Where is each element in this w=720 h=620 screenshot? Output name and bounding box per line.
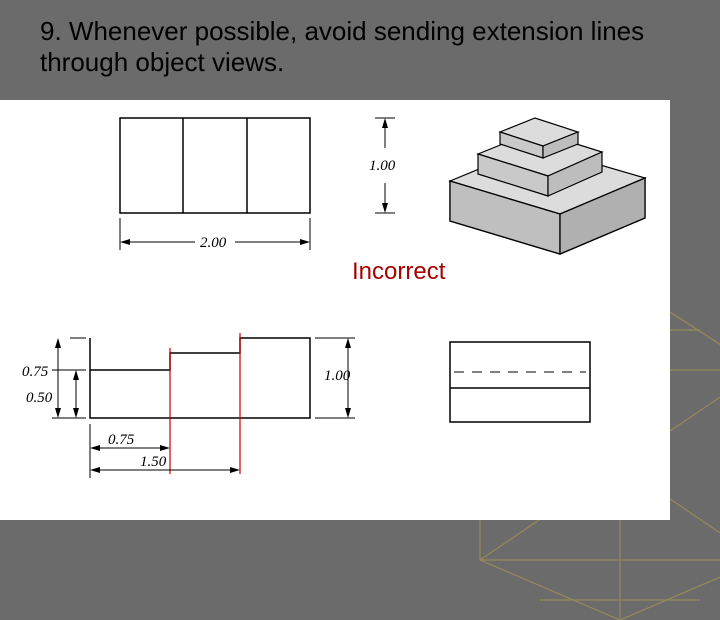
dim-step-w2: 1.50: [140, 454, 167, 470]
diagram-area: 2.00 1.00 Incorrect: [0, 100, 670, 520]
dim-upper-height: 1.00: [369, 158, 396, 174]
dim-upper-width: 2.00: [200, 235, 227, 251]
drawing-top-sidedim: 1.00: [345, 108, 425, 228]
drawing-bottom-side: [440, 332, 620, 452]
drawing-bottom-profile: 0.75 0.50 0.75 1.50 1.00: [10, 298, 370, 518]
drawing-isometric: [430, 96, 660, 266]
dim-step2-h: 0.50: [26, 390, 53, 406]
rule-heading: 9. Whenever possible, avoid sending exte…: [40, 16, 684, 78]
dim-step-w1: 0.75: [108, 432, 135, 448]
dim-lower-height: 1.00: [324, 368, 351, 384]
incorrect-label: Incorrect: [352, 258, 445, 286]
drawing-top-front: 2.00: [100, 108, 360, 258]
dim-step1-h: 0.75: [22, 364, 49, 380]
